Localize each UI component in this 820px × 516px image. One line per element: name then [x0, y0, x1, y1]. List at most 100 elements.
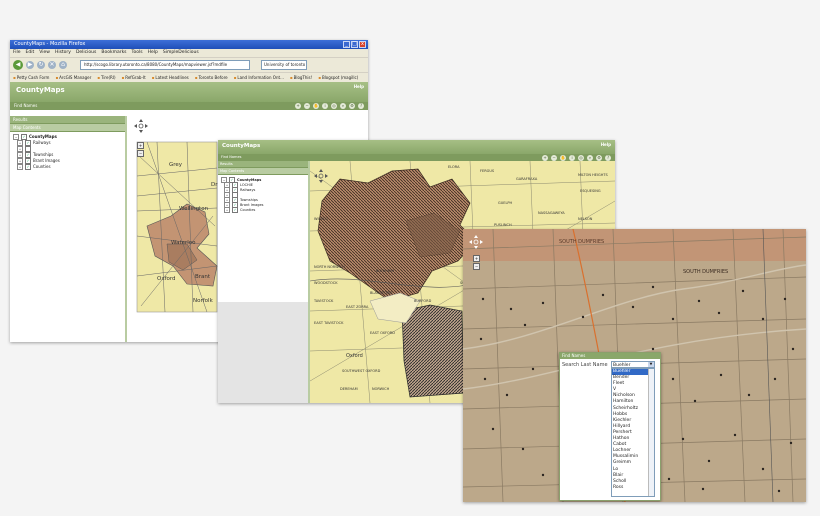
screenshot-historic-map[interactable]: + − SOUTH DUMFRIES SOUTH DUMFRIES Find N… — [463, 229, 806, 502]
bookmark-item[interactable]: Tire(RI) — [97, 73, 116, 82]
bookmark-item[interactable]: BlogThis! — [290, 73, 313, 82]
search-input[interactable]: University of toronto — [261, 60, 307, 70]
find-names-label[interactable]: Find Names — [14, 103, 37, 108]
menu-help[interactable]: Help — [148, 49, 158, 57]
menu-view[interactable]: View — [39, 49, 50, 57]
map-label: Dr — [211, 182, 218, 188]
window-titlebar: CountyMaps - Mozilla Firefox _ □ x — [10, 40, 368, 49]
map-label: BLENHEIM — [376, 269, 395, 273]
menu-tools[interactable]: Tools — [132, 49, 143, 57]
map-label: Oxford — [157, 276, 176, 282]
pan-control-icon[interactable] — [314, 169, 328, 183]
zoom-out-button[interactable]: − — [473, 263, 480, 270]
checkbox-icon[interactable]: ✓ — [25, 164, 31, 170]
layer-tree: − ✓ CountyMaps + ✓ LOCHIE + ✓ Railways + + ✓ Tow… — [218, 175, 308, 214]
menu-delicious[interactable]: Delicious — [76, 49, 96, 57]
map-label: ESQUESING — [580, 189, 601, 193]
help-link[interactable]: Help — [601, 142, 611, 147]
zoom-slider[interactable]: + − — [473, 255, 480, 270]
map-label: BURFORD — [414, 299, 432, 303]
sidebar-empty-area — [218, 302, 308, 403]
layer-tree: − ✓ CountyMaps + ✓ Railways + + ✓ Townships + ✓… — [10, 132, 125, 172]
stop-icon[interactable]: ✕ — [48, 61, 56, 69]
bookmark-item[interactable]: RefGrab-It — [122, 73, 145, 82]
tree-item-counties[interactable]: + ✓ Counties — [13, 164, 122, 170]
map-contents-panel-header[interactable]: Map Contents — [10, 124, 125, 132]
name-dropdown-list[interactable]: Buehler Bender Fleet V Nicholson Hamilto… — [611, 368, 655, 497]
settings-icon[interactable]: ⚙ — [349, 103, 355, 109]
zoom-out-icon[interactable]: − — [304, 103, 310, 109]
map-label: Waterloo — [171, 240, 196, 246]
bookmarks-toolbar: Petty Cash Form ArcGIS Manager Tire(RI) … — [10, 72, 368, 82]
map-label: NORTH NORWICH — [314, 265, 345, 269]
map-label: ELORA — [448, 165, 460, 169]
map-label: SOUTH DUMFRIES — [559, 239, 605, 245]
bookmark-item[interactable]: Petty Cash Form — [13, 73, 50, 82]
last-name-select[interactable]: Buehler ▼ — [611, 361, 655, 368]
results-panel-header[interactable]: Results — [218, 161, 308, 168]
sidebar: Results Map Contents − ✓ CountyMaps + ✓ Rail… — [10, 116, 127, 342]
menu-file[interactable]: File — [13, 49, 21, 57]
pan-control-icon[interactable] — [469, 235, 483, 249]
tool-strip: Find Names + − ✋ i ◎ ⌕ ⚙ ? — [218, 154, 615, 161]
map-label: Norfolk — [193, 298, 213, 304]
maximize-button[interactable]: □ — [351, 41, 358, 48]
menu-simpledelicious[interactable]: SimpleDelicious — [163, 49, 199, 57]
map-label: SOUTHWEST OXFORD — [342, 369, 381, 373]
forward-icon[interactable]: ▶ — [26, 61, 34, 69]
list-scrollbar[interactable] — [648, 369, 654, 496]
app-header: CountyMaps Help — [218, 140, 615, 154]
zoom-in-button[interactable]: + — [137, 142, 144, 149]
expand-icon[interactable]: + — [224, 206, 230, 213]
zoom-in-button[interactable]: + — [473, 255, 480, 262]
sidebar: Results Map Contents − ✓ CountyMaps + ✓ LOCH… — [218, 161, 310, 403]
map-label: GUELPH — [498, 201, 513, 205]
chevron-down-icon[interactable]: ▼ — [648, 362, 654, 367]
checkbox-icon[interactable]: ✓ — [232, 206, 238, 213]
find-names-label[interactable]: Find Names — [221, 155, 241, 159]
map-label: MILTON HEIGHTS — [578, 173, 608, 177]
address-bar[interactable]: http://scogo.library.utoronto.ca/8080/Co… — [80, 60, 250, 70]
zoom-in-icon[interactable]: + — [295, 103, 301, 109]
tree-item-counties[interactable]: + ✓ Counties — [221, 206, 305, 213]
pan-control-icon[interactable] — [133, 118, 149, 134]
bookmark-item[interactable]: Land Information Ont... — [234, 73, 284, 82]
close-button[interactable]: x — [359, 41, 366, 48]
zoom-slider[interactable]: + − — [137, 142, 144, 157]
bookmark-item[interactable]: Latest Headlines — [152, 73, 188, 82]
expand-icon[interactable]: + — [17, 164, 23, 170]
map-label: WOODSTOCK — [314, 281, 338, 285]
full-extent-icon[interactable]: ◎ — [331, 103, 337, 109]
map-label: NASSAGAWEYA — [538, 211, 565, 215]
map-contents-panel-header[interactable]: Map Contents — [218, 168, 308, 175]
find-names-dialog: Find Names Search Last Name Buehler ▼ Bu… — [559, 352, 661, 501]
map-label: WILMOT — [314, 217, 329, 221]
window-title: CountyMaps - Mozilla Firefox — [14, 41, 86, 47]
help-icon[interactable]: ? — [358, 103, 364, 109]
results-panel-header[interactable]: Results — [10, 116, 125, 124]
search-icon[interactable]: ⌕ — [340, 103, 346, 109]
minimize-button[interactable]: _ — [343, 41, 350, 48]
tool-strip: Find Names + − ✋ i ◎ ⌕ ⚙ ? — [10, 102, 368, 110]
help-link[interactable]: Help — [354, 84, 364, 89]
pan-icon[interactable]: ✋ — [313, 103, 319, 109]
back-icon[interactable]: ◀ — [13, 60, 23, 70]
zoom-out-button[interactable]: − — [137, 150, 144, 157]
menu-bookmarks[interactable]: Bookmarks — [101, 49, 126, 57]
map-label: Grey — [169, 162, 183, 168]
map-label: PUSLINCH — [494, 223, 512, 227]
menu-edit[interactable]: Edit — [26, 49, 35, 57]
find-names-header: Find Names — [560, 353, 660, 359]
bookmark-item[interactable]: Toronto Before — [195, 73, 228, 82]
menu-bar: File Edit View History Delicious Bookmar… — [10, 49, 368, 57]
bookmark-item[interactable]: ArcGIS Manager — [55, 73, 91, 82]
info-icon[interactable]: i — [322, 103, 328, 109]
home-icon[interactable]: ⌂ — [59, 61, 67, 69]
menu-history[interactable]: History — [55, 49, 71, 57]
map-label: EAST TAVISTOCK — [314, 321, 344, 325]
map-label: Oxford — [346, 353, 363, 359]
bookmark-item[interactable]: Blogspot (magillc) — [318, 73, 358, 82]
map-label: NELSON — [578, 217, 593, 221]
map-label: SOUTH DUMFRIES — [683, 269, 729, 275]
reload-icon[interactable]: ↻ — [37, 61, 45, 69]
